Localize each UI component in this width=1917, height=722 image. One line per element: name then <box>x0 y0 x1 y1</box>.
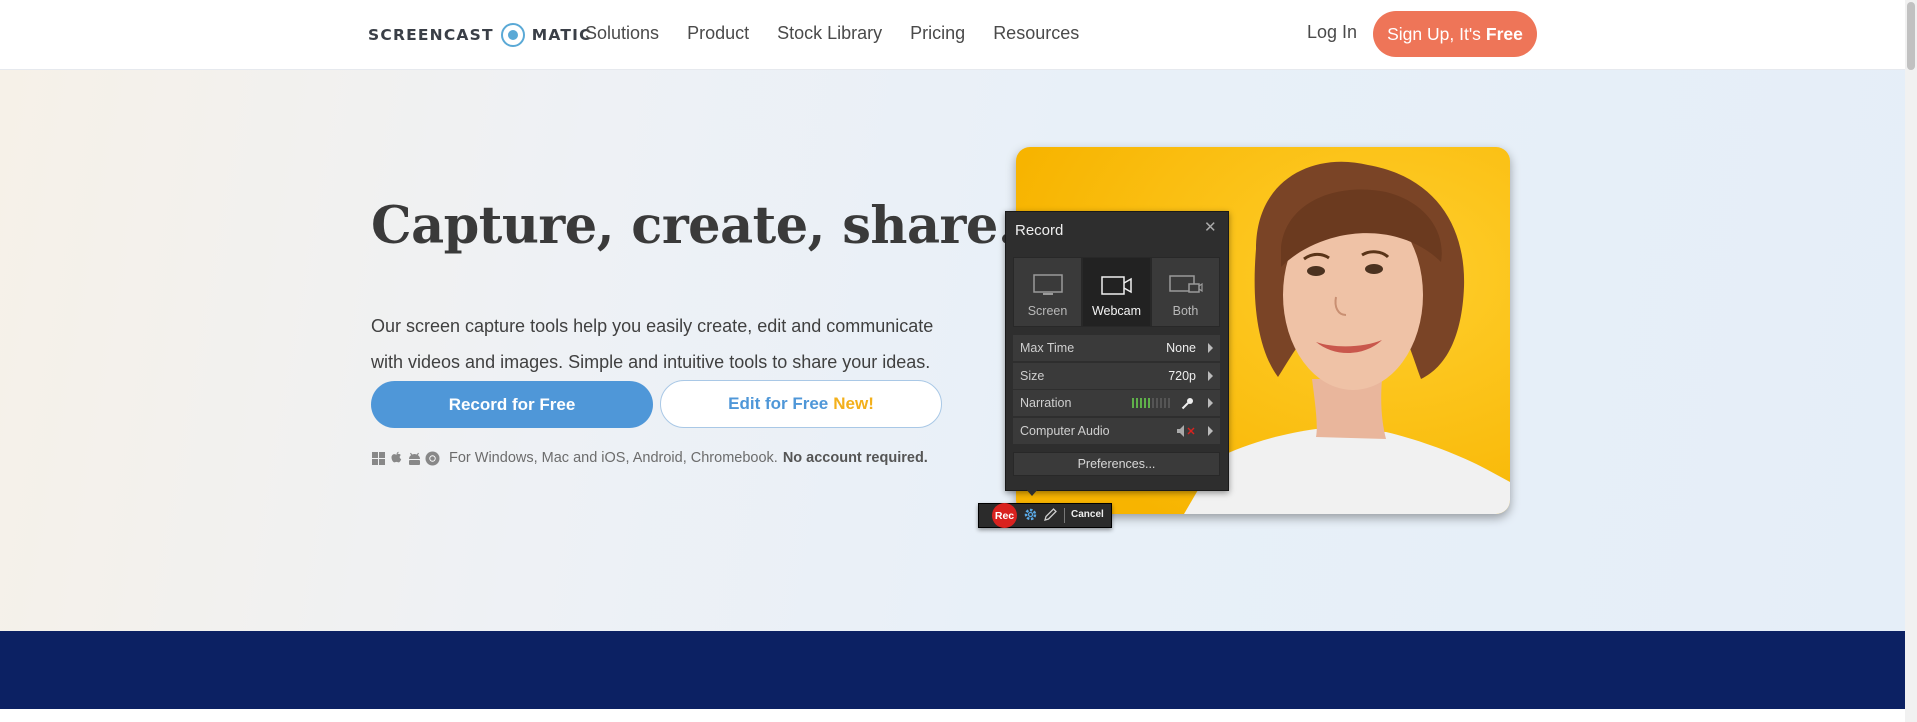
hero-title: Capture, create, share. <box>371 196 1016 256</box>
dialog-pointer <box>1025 488 1039 496</box>
max-time-label: Max Time <box>1020 341 1075 355</box>
edit-for-free-label: Edit for Free <box>728 394 829 413</box>
mode-screen-label: Screen <box>1027 304 1068 318</box>
chrome-icon <box>425 451 440 466</box>
preferences-button[interactable]: Preferences... <box>1013 452 1220 476</box>
android-icon <box>407 451 422 466</box>
meter-segment <box>1144 398 1146 408</box>
meter-segment <box>1152 398 1154 408</box>
speaker-muted-icon <box>1177 424 1195 437</box>
platform-support: For Windows, Mac and iOS, Android, Chrom… <box>371 450 928 466</box>
hero-description: Our screen capture tools help you easily… <box>371 316 934 372</box>
apple-icon <box>389 451 404 466</box>
page-scrollbar[interactable] <box>1905 0 1917 722</box>
logo-text-left: SCREENCAST <box>368 26 494 44</box>
nav-stock-library[interactable]: Stock Library <box>777 23 882 44</box>
mode-webcam[interactable]: Webcam <box>1082 257 1151 327</box>
rec-button[interactable]: Rec <box>992 503 1017 528</box>
login-link[interactable]: Log In <box>1307 22 1357 43</box>
meter-segment <box>1160 398 1162 408</box>
record-settings-list: Max Time None Size 720p Narration Comput… <box>1013 335 1220 445</box>
record-for-free-button[interactable]: Record for Free <box>371 381 653 428</box>
record-mode-selector: Screen Webcam Both <box>1013 257 1220 327</box>
meter-segment <box>1136 398 1138 408</box>
chevron-right-icon <box>1208 370 1213 381</box>
webcam-icon <box>1100 276 1132 295</box>
record-dialog: Record ✕ Screen Webcam Both Max Time Non… <box>1005 211 1229 491</box>
logo-circle-icon <box>500 23 525 47</box>
max-time-value: None <box>1166 341 1196 355</box>
signup-free-label: Free <box>1485 23 1523 44</box>
meter-segment <box>1148 398 1150 408</box>
mode-webcam-label: Webcam <box>1091 304 1142 318</box>
narration-row[interactable]: Narration <box>1013 390 1220 416</box>
cancel-button[interactable]: Cancel <box>1071 509 1104 520</box>
computer-audio-row[interactable]: Computer Audio <box>1013 417 1220 444</box>
main-nav: Solutions Product Stock Library Pricing … <box>585 0 1107 67</box>
meter-segment <box>1156 398 1158 408</box>
no-account-text: No account required. <box>782 450 928 466</box>
signup-button[interactable]: Sign Up, It's Free <box>1373 11 1537 57</box>
screencast-matic-logo[interactable]: SCREENCAST MATIC <box>368 20 592 50</box>
chevron-right-icon <box>1208 343 1213 353</box>
platforms-text: For Windows, Mac and iOS, Android, Chrom… <box>449 450 778 466</box>
nav-product[interactable]: Product <box>687 23 749 44</box>
scrollbar-thumb[interactable] <box>1907 2 1915 70</box>
pencil-icon[interactable] <box>1043 507 1058 522</box>
meter-segment <box>1132 398 1134 408</box>
chevron-right-icon <box>1208 398 1213 408</box>
site-header: SCREENCAST MATIC Solutions Product Stock… <box>0 0 1905 70</box>
mode-both-label: Both <box>1172 304 1199 318</box>
recording-toolbar: Rec Cancel <box>978 503 1112 528</box>
gear-icon[interactable] <box>1023 507 1038 522</box>
computer-audio-label: Computer Audio <box>1020 423 1110 438</box>
toolbar-divider <box>1064 508 1065 523</box>
signup-label: Sign Up, It's <box>1387 23 1481 44</box>
meter-segment <box>1164 398 1166 408</box>
nav-solutions[interactable]: Solutions <box>585 23 659 44</box>
size-value: 720p <box>1168 368 1196 383</box>
meter-segment <box>1140 398 1142 408</box>
screen-webcam-icon <box>1168 275 1203 293</box>
narration-label: Narration <box>1020 396 1072 410</box>
nav-pricing[interactable]: Pricing <box>910 23 965 44</box>
chevron-right-icon <box>1208 425 1213 436</box>
mode-screen[interactable]: Screen <box>1013 257 1082 327</box>
size-row[interactable]: Size 720p <box>1013 362 1220 389</box>
microphone-icon <box>1181 397 1193 409</box>
record-dialog-title: Record <box>1015 222 1064 239</box>
close-icon[interactable]: ✕ <box>1204 218 1217 236</box>
nav-resources[interactable]: Resources <box>993 23 1079 44</box>
max-time-row[interactable]: Max Time None <box>1013 335 1220 361</box>
meter-segment <box>1168 398 1170 408</box>
narration-level-meter <box>1132 398 1172 408</box>
edit-for-free-button[interactable]: Edit for Free New! <box>660 380 942 428</box>
logo-text-right: MATIC <box>531 26 592 44</box>
size-label: Size <box>1020 368 1045 383</box>
windows-icon <box>371 451 386 466</box>
mode-both[interactable]: Both <box>1151 257 1220 327</box>
monitor-icon <box>1032 274 1063 295</box>
new-badge: New! <box>833 394 874 413</box>
navy-section-band <box>0 631 1905 709</box>
